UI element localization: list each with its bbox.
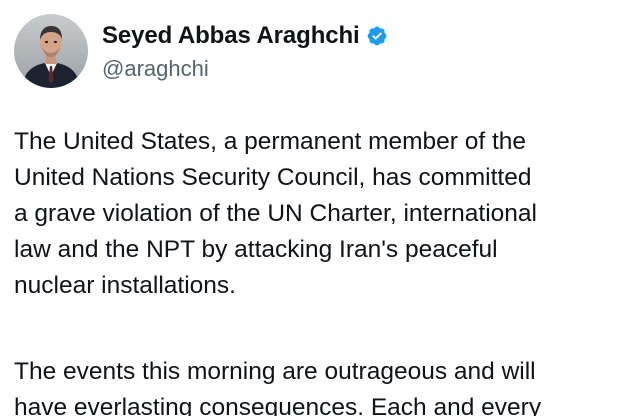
name-row: Seyed Abbas Araghchi bbox=[102, 20, 388, 52]
text-line: United Nations Security Council, has com… bbox=[14, 164, 532, 191]
verified-badge-icon[interactable] bbox=[366, 25, 388, 47]
tweet-card: Seyed Abbas Araghchi @araghchi The Unite… bbox=[0, 0, 640, 416]
profile-photo bbox=[14, 14, 88, 88]
text-line: have everlasting consequences. Each and … bbox=[14, 394, 542, 416]
text-line: The United States, a permanent member of… bbox=[14, 128, 527, 155]
tweet-text: The United States, a permanent member of… bbox=[14, 124, 630, 416]
tweet-header: Seyed Abbas Araghchi @araghchi bbox=[14, 14, 388, 88]
author-info: Seyed Abbas Araghchi @araghchi bbox=[102, 20, 388, 82]
tweet-paragraph-2: The events this morning are outrageous a… bbox=[14, 354, 640, 416]
text-line: a grave violation of the UN Charter, int… bbox=[14, 200, 537, 227]
display-name[interactable]: Seyed Abbas Araghchi bbox=[102, 22, 360, 50]
text-line: nuclear installations. bbox=[14, 272, 236, 299]
text-line: The events this morning are outrageous a… bbox=[14, 358, 536, 385]
tweet-paragraph-1: The United States, a permanent member of… bbox=[14, 124, 630, 304]
text-line: law and the NPT by attacking Iran's peac… bbox=[14, 236, 498, 263]
author-handle[interactable]: @araghchi bbox=[102, 56, 388, 82]
avatar[interactable] bbox=[14, 14, 88, 88]
